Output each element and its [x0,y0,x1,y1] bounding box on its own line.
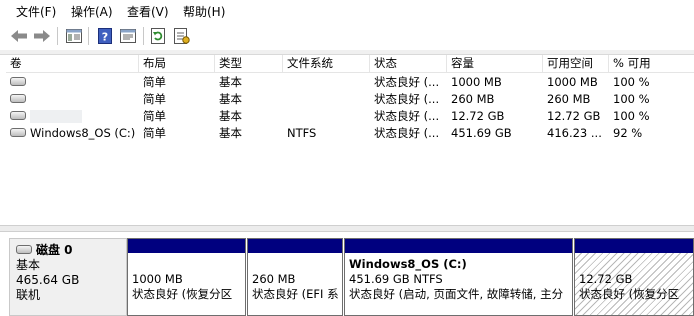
column-header-layout[interactable]: 布局 [139,55,215,72]
column-header-free-space[interactable]: 可用空间 [543,55,609,72]
pane-splitter[interactable] [0,225,694,232]
menu-bar: 文件(F) 操作(A) 查看(V) 帮助(H) [0,0,694,22]
partition-status: 状态良好 (恢复分区 [579,287,680,301]
partition-title [579,257,689,272]
percent-free-cell: 100 % [613,109,650,123]
partition-efi[interactable]: 260 MB 状态良好 (EFI 系 [247,238,343,316]
type-cell: 基本 [219,109,242,123]
column-header-percent-free[interactable]: % 可用 [609,55,694,72]
column-header-status[interactable]: 状态 [370,55,447,72]
volume-icon [10,94,26,103]
column-header-type[interactable]: 类型 [215,55,283,72]
layout-cell: 简单 [143,109,166,123]
status-cell: 状态良好 (... [374,75,440,89]
partition-status: 状态良好 (启动, 页面文件, 故障转储, 主分 [349,287,564,301]
disk-icon [16,245,32,254]
volume-cell [6,74,139,91]
rescan-disks-icon[interactable] [172,26,192,46]
capacity-cell: 12.72 GB [451,109,505,123]
partition-title [132,257,241,272]
column-header-volume[interactable]: 卷 [6,55,139,72]
back-arrow-icon[interactable] [9,26,29,46]
volume-row[interactable]: Windows8_OS (C:) 简单 基本 NTFS 状态良好 (... 45… [6,125,694,142]
type-cell: 基本 [219,75,242,89]
help-icon[interactable]: ? [95,26,115,46]
volume-row[interactable]: 简单 基本 状态良好 (... 12.72 GB 12.72 GB 100 % [6,108,694,125]
type-cell: 基本 [219,92,242,106]
volume-row[interactable]: 简单 基本 状态良好 (... 260 MB 260 MB 100 % [6,91,694,108]
partition-status: 状态良好 (恢复分区 [132,287,233,301]
volume-icon [10,128,26,137]
menu-file[interactable]: 文件(F) [14,3,58,20]
partition-windows-c[interactable]: Windows8_OS (C:) 451.69 GB NTFS 状态良好 (启动… [344,238,573,316]
free-space-cell: 1000 MB [547,75,598,89]
volume-cell: Windows8_OS (C:) [6,125,139,142]
disk-size: 465.64 GB [16,273,80,287]
status-cell: 状态良好 (... [374,126,440,140]
disk-0-label[interactable]: 磁盘 0 基本 465.64 GB 联机 [9,238,127,316]
partition-header-bar [128,239,245,253]
filesystem-cell [283,91,370,108]
partition-header-bar [345,239,572,253]
console-tree-icon[interactable] [64,26,84,46]
partition-title: Windows8_OS (C:) [349,257,467,271]
filesystem-cell [283,108,370,125]
partition-status: 状态良好 (EFI 系 [252,287,339,301]
volume-name: Windows8_OS (C:) [30,126,136,140]
disk-title: 磁盘 0 [36,243,73,257]
free-space-cell: 260 MB [547,92,591,106]
properties-icon[interactable] [118,26,138,46]
partition-size: 1000 MB [132,272,183,286]
free-space-cell: 416.23 ... [547,126,602,140]
capacity-cell: 451.69 GB [451,126,512,140]
percent-free-cell: 100 % [613,75,650,89]
capacity-cell: 1000 MB [451,75,502,89]
disk-graphical-view: 磁盘 0 基本 465.64 GB 联机 1000 MB 状态良好 (恢复分区 … [6,232,694,316]
volume-list: 卷 布局 类型 文件系统 状态 容量 可用空间 % 可用 简单 基本 状态良好 … [6,55,694,225]
status-cell: 状态良好 (... [374,92,440,106]
layout-cell: 简单 [143,126,166,140]
partition-recovery-1[interactable]: 1000 MB 状态良好 (恢复分区 [127,238,246,316]
svg-text:?: ? [102,31,108,44]
toolbar: ? [0,22,694,50]
volume-cell [6,108,139,125]
filesystem-cell [283,74,370,91]
volume-cell [6,91,139,108]
volume-icon [10,77,26,86]
column-header-filesystem[interactable]: 文件系统 [283,55,370,72]
percent-free-cell: 100 % [613,92,650,106]
forward-arrow-icon[interactable] [32,26,52,46]
layout-cell: 简单 [143,92,166,106]
filesystem-cell: NTFS [287,126,317,140]
partition-header-bar [248,239,342,253]
refresh-icon[interactable] [148,26,168,46]
menu-view[interactable]: 查看(V) [125,3,171,20]
layout-cell: 简单 [143,75,166,89]
disk-type: 基本 [16,258,41,272]
partition-size: 451.69 GB NTFS [349,272,443,286]
percent-free-cell: 92 % [613,126,643,140]
menu-help[interactable]: 帮助(H) [181,3,227,20]
partition-header-bar [575,239,693,253]
partition-size: 260 MB [252,272,296,286]
menu-action[interactable]: 操作(A) [69,3,115,20]
volume-row[interactable]: 简单 基本 状态良好 (... 1000 MB 1000 MB 100 % [6,74,694,91]
type-cell: 基本 [219,126,242,140]
free-space-cell: 12.72 GB [547,109,601,123]
disk-state: 联机 [16,288,41,302]
volume-icon [10,111,26,120]
partition-recovery-2[interactable]: 12.72 GB 状态良好 (恢复分区 [574,238,694,316]
volume-list-header: 卷 布局 类型 文件系统 状态 容量 可用空间 % 可用 [6,55,694,73]
status-cell: 状态良好 (... [374,109,440,123]
column-header-capacity[interactable]: 容量 [447,55,543,72]
redacted-volume-name [30,110,82,123]
capacity-cell: 260 MB [451,92,495,106]
partition-title [252,257,338,272]
partition-size: 12.72 GB [579,272,633,286]
